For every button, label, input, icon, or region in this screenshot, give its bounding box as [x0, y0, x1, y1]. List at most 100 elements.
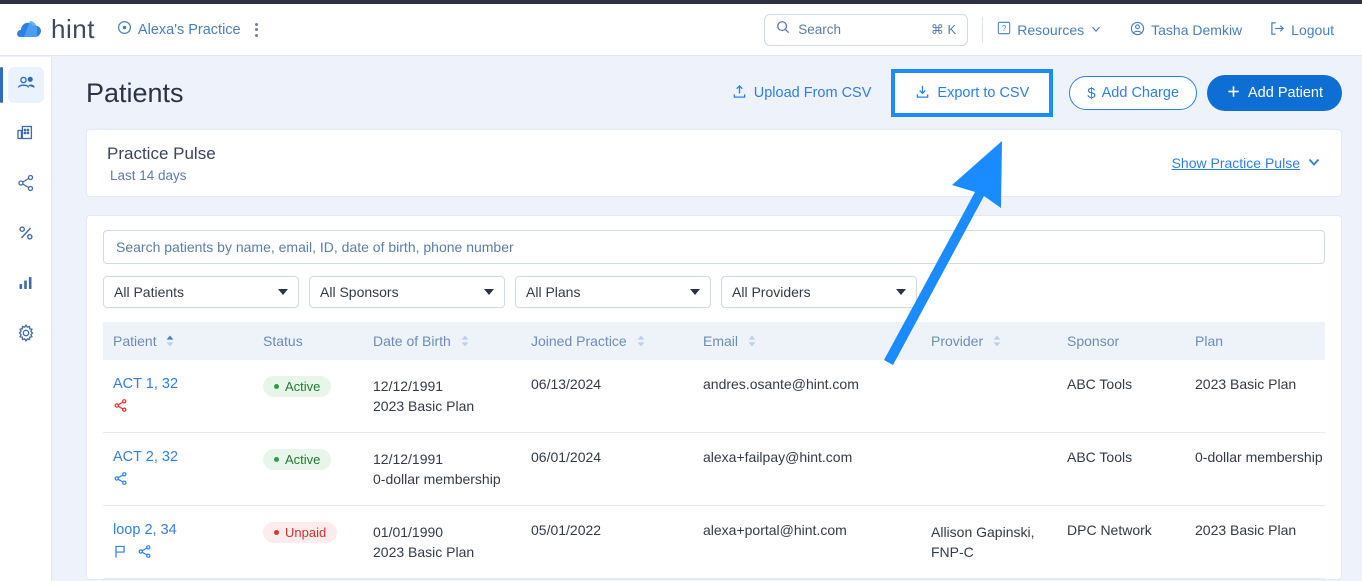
add-patient-button[interactable]: Add Patient	[1207, 75, 1342, 111]
bar-chart-icon	[16, 273, 36, 298]
show-practice-pulse-label: Show Practice Pulse	[1171, 155, 1300, 171]
patients-table-card: Search patients by name, email, ID, date…	[86, 215, 1342, 580]
user-circle-icon	[1130, 21, 1145, 39]
patients-filter-dropdown[interactable]: All Patients	[103, 276, 299, 308]
status-label: Active	[285, 452, 321, 467]
dob-plan-value: 0-dollar membership	[373, 471, 501, 487]
percent-icon	[16, 223, 36, 248]
table-header-row: Patient Status Date of Birth Joined Prac…	[103, 322, 1325, 360]
chevron-down-icon	[278, 289, 288, 295]
cell-provider	[921, 360, 1057, 433]
status-dot-icon	[274, 457, 279, 462]
sidebar-item-discounts[interactable]	[8, 217, 44, 253]
export-to-csv-button[interactable]: Export to CSV	[901, 76, 1043, 110]
sort-arrows-icon	[748, 334, 756, 350]
brand-logo[interactable]: hint	[16, 14, 95, 45]
page-title: Patients	[86, 77, 184, 108]
logout-label: Logout	[1291, 21, 1334, 38]
column-header-status: Status	[253, 322, 363, 360]
practice-name-label: Alexa's Practice	[137, 21, 241, 38]
cell-provider: Allison Gapinski, FNP-C	[921, 505, 1057, 579]
cell-status: Active	[253, 432, 363, 506]
cell-plan: 2023 Basic Plan	[1185, 360, 1325, 433]
patient-name-link[interactable]: ACT 1, 32	[113, 376, 253, 392]
kebab-menu-icon[interactable]	[254, 20, 259, 39]
email-value: andres.osante@hint.com	[703, 376, 859, 392]
header-actions: Search ⌘ K ? Resources Tasha Demkiw Logo…	[764, 13, 1348, 46]
dob-value: 01/01/1990	[373, 524, 444, 540]
location-pin-icon	[117, 20, 132, 40]
patients-filter-value: All Patients	[114, 284, 185, 300]
providers-filter-value: All Providers	[732, 284, 811, 300]
column-label-plan: Plan	[1195, 333, 1224, 349]
sidebar-item-network[interactable]	[8, 167, 44, 203]
logout-button[interactable]: Logout	[1256, 14, 1348, 46]
cell-provider	[921, 432, 1057, 506]
cell-joined: 06/01/2024	[521, 432, 693, 506]
search-icon	[776, 20, 790, 39]
user-menu[interactable]: Tasha Demkiw	[1116, 14, 1256, 46]
share-icon[interactable]	[113, 398, 128, 416]
row-icons	[113, 544, 253, 562]
plan-value: 2023 Basic Plan	[1195, 376, 1297, 392]
export-to-csv-label: Export to CSV	[937, 85, 1030, 101]
column-header-patient[interactable]: Patient	[103, 322, 253, 360]
search-placeholder: Search	[798, 22, 841, 37]
flag-icon[interactable]	[113, 544, 128, 562]
status-label: Active	[285, 379, 321, 394]
sidebar-item-reports[interactable]	[8, 267, 44, 303]
patients-table: Patient Status Date of Birth Joined Prac…	[103, 322, 1325, 579]
add-charge-button[interactable]: $ Add Charge	[1069, 76, 1198, 110]
plans-filter-dropdown[interactable]: All Plans	[515, 276, 711, 308]
cell-dob: 01/01/1990 2023 Basic Plan	[363, 505, 521, 579]
show-practice-pulse-toggle[interactable]: Show Practice Pulse	[1172, 155, 1321, 172]
cell-email: andres.osante@hint.com	[693, 360, 921, 433]
practice-selector[interactable]: Alexa's Practice	[117, 20, 259, 40]
sort-arrows-icon	[166, 334, 174, 350]
filter-row: All Patients All Sponsors All Plans All …	[103, 276, 1325, 308]
table-row[interactable]: ACT 2, 32 Active 12/12/1991 0-dollar mem…	[103, 432, 1325, 506]
column-header-provider[interactable]: Provider	[921, 322, 1057, 360]
sidebar-item-patients[interactable]	[0, 67, 44, 103]
dob-plan-value: 2023 Basic Plan	[373, 544, 475, 560]
practice-pulse-row: Practice Pulse Last 14 days Show Practic…	[87, 130, 1341, 196]
patient-name-link[interactable]: ACT 2, 32	[113, 449, 253, 465]
search-input[interactable]: Search ⌘ K	[764, 13, 969, 46]
table-row[interactable]: loop 2, 34 Unpaid 01/01/1990 2023 Basic …	[103, 505, 1325, 579]
sort-arrows-icon	[993, 334, 1001, 350]
share-icon[interactable]	[113, 471, 128, 489]
app-window: hint Alexa's Practice Search ⌘ K ? Resou…	[0, 0, 1362, 581]
row-icons	[113, 471, 253, 489]
cell-dob: 12/12/1991 2023 Basic Plan	[363, 360, 521, 433]
cell-sponsor: DPC Network	[1057, 505, 1185, 579]
download-icon	[915, 84, 930, 103]
dob-value: 12/12/1991	[373, 378, 444, 394]
sponsors-filter-dropdown[interactable]: All Sponsors	[309, 276, 505, 308]
upload-from-csv-button[interactable]: Upload From CSV	[718, 76, 886, 110]
plus-icon	[1226, 84, 1241, 103]
cell-joined: 06/13/2024	[521, 360, 693, 433]
sponsor-value: DPC Network	[1067, 522, 1152, 538]
chevron-down-icon	[484, 289, 494, 295]
sidebar-item-settings[interactable]	[8, 317, 44, 353]
patient-search-placeholder: Search patients by name, email, ID, date…	[116, 239, 514, 255]
building-icon	[16, 123, 36, 148]
patient-name-link[interactable]: loop 2, 34	[113, 522, 253, 538]
column-header-joined[interactable]: Joined Practice	[521, 322, 693, 360]
status-dot-icon	[274, 530, 279, 535]
search-shortcut: ⌘ K	[930, 21, 957, 37]
main-content: Patients Upload From CSV Export to CSV $…	[52, 57, 1362, 581]
providers-filter-dropdown[interactable]: All Providers	[721, 276, 917, 308]
column-header-email[interactable]: Email	[693, 322, 921, 360]
practice-pulse-title: Practice Pulse	[107, 143, 216, 163]
resources-menu[interactable]: ? Resources	[983, 14, 1116, 46]
email-value: alexa+portal@hint.com	[703, 522, 847, 538]
table-row[interactable]: ACT 1, 32 Active 12/12/1991 2023 Basic P…	[103, 360, 1325, 433]
help-question-icon: ?	[997, 21, 1011, 38]
share-icon[interactable]	[137, 544, 152, 562]
column-header-dob[interactable]: Date of Birth	[363, 322, 521, 360]
patient-search-input[interactable]: Search patients by name, email, ID, date…	[103, 230, 1325, 264]
practice-pulse-subtitle: Last 14 days	[110, 167, 187, 183]
sidebar-item-organizations[interactable]	[8, 117, 44, 153]
column-label-patient: Patient	[113, 333, 157, 349]
